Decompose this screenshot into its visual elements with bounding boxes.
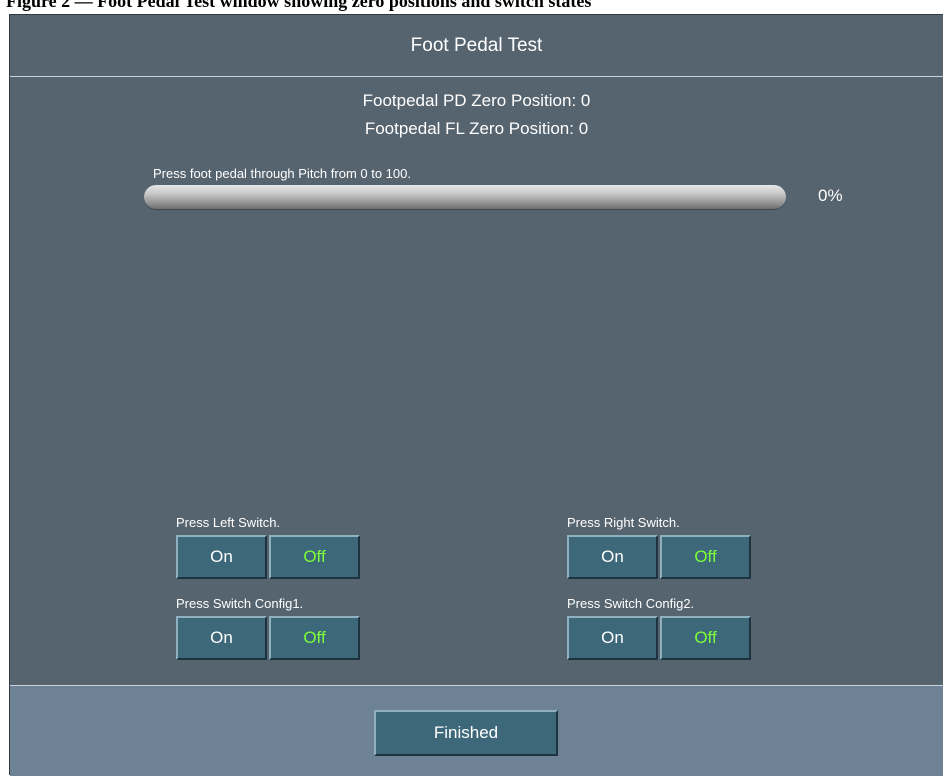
dialog-title: Foot Pedal Test xyxy=(410,34,543,56)
left-switch-group: Press Left Switch. On Off xyxy=(176,515,362,579)
config1-switch-on-button[interactable]: On xyxy=(176,616,267,660)
pitch-prompt: Press foot pedal through Pitch from 0 to… xyxy=(153,166,411,181)
right-switch-group: Press Right Switch. On Off xyxy=(567,515,753,579)
config1-switch-label: Press Switch Config1. xyxy=(176,596,304,611)
right-switch-off-button[interactable]: Off xyxy=(660,535,751,579)
config1-switch-buttons: On Off xyxy=(176,616,362,660)
finished-button[interactable]: Finished xyxy=(374,710,558,756)
config1-switch-off-button[interactable]: Off xyxy=(269,616,360,660)
left-switch-buttons: On Off xyxy=(176,535,362,579)
config2-switch-buttons: On Off xyxy=(567,616,753,660)
title-bar: Foot Pedal Test xyxy=(10,15,943,77)
dialog-footer: Finished xyxy=(10,685,943,776)
config1-switch-group: Press Switch Config1. On Off xyxy=(176,596,362,660)
pitch-progress-bar xyxy=(144,185,786,209)
left-switch-label: Press Left Switch. xyxy=(176,515,281,530)
fl-zero-position: Footpedal FL Zero Position: 0 xyxy=(364,119,589,138)
figure-caption: Figure 2 — Foot Pedal Test window showin… xyxy=(6,0,592,11)
config2-switch-group: Press Switch Config2. On Off xyxy=(567,596,753,660)
left-switch-on-button[interactable]: On xyxy=(176,535,267,579)
figure-caption-strip: Figure 2 — Foot Pedal Test window showin… xyxy=(0,0,944,14)
config2-switch-off-button[interactable]: Off xyxy=(660,616,751,660)
foot-pedal-test-dialog: Foot Pedal Test Footpedal PD Zero Positi… xyxy=(9,14,943,776)
right-switch-buttons: On Off xyxy=(567,535,753,579)
right-switch-label: Press Right Switch. xyxy=(567,515,680,530)
pitch-progress-percent: 0% xyxy=(818,186,843,205)
config2-switch-label: Press Switch Config2. xyxy=(567,596,695,611)
pd-zero-position: Footpedal PD Zero Position: 0 xyxy=(362,91,591,110)
left-switch-off-button[interactable]: Off xyxy=(269,535,360,579)
config2-switch-on-button[interactable]: On xyxy=(567,616,658,660)
right-switch-on-button[interactable]: On xyxy=(567,535,658,579)
